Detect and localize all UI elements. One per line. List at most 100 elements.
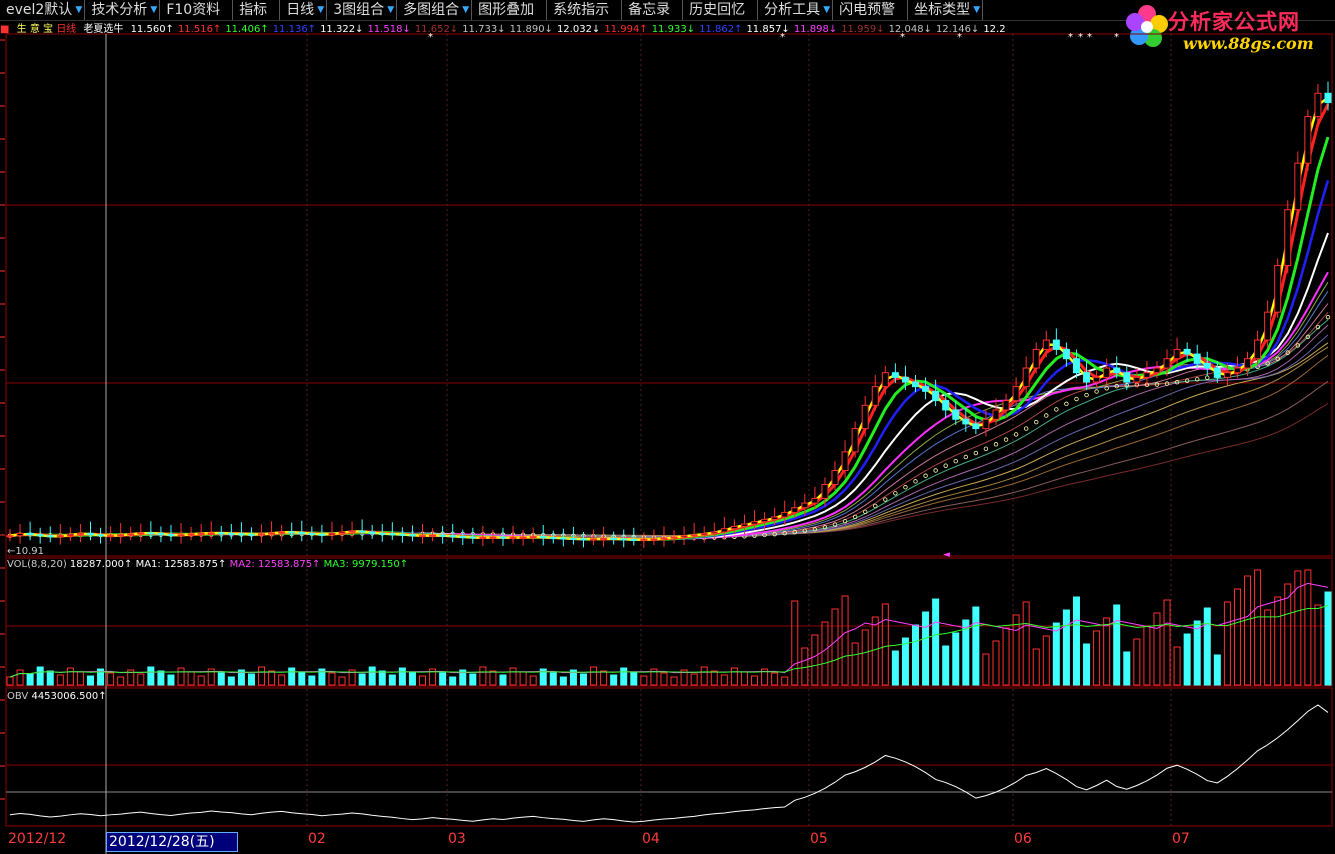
volume-bar bbox=[1294, 570, 1302, 686]
ma-line-long-0 bbox=[9, 402, 1329, 537]
ma-dot-marker bbox=[873, 503, 878, 509]
ma-dot-marker bbox=[923, 473, 928, 478]
volume-bar bbox=[46, 670, 54, 686]
candle-body bbox=[529, 536, 537, 539]
ma-dot-marker bbox=[1003, 437, 1009, 442]
candle-body bbox=[761, 518, 769, 523]
candle-body bbox=[56, 535, 64, 538]
volume-bar bbox=[187, 671, 195, 686]
candle-body bbox=[268, 532, 276, 535]
candle-body bbox=[157, 532, 165, 535]
volume-bar bbox=[660, 672, 668, 686]
volume-bar bbox=[519, 671, 527, 686]
volume-bar bbox=[881, 603, 889, 686]
ma-dot-marker bbox=[1084, 392, 1089, 398]
left-arrow-icon: ◄ bbox=[943, 550, 950, 560]
volume-bar bbox=[1103, 617, 1111, 686]
volume-bar bbox=[579, 673, 587, 686]
ma-dot-marker bbox=[913, 479, 918, 484]
volume-bar bbox=[308, 675, 316, 686]
candle-body bbox=[740, 523, 748, 527]
volume-bar bbox=[1163, 599, 1171, 686]
candle-body bbox=[177, 534, 185, 537]
candle-body bbox=[1113, 367, 1121, 374]
candle-body bbox=[1143, 372, 1151, 378]
candle-body bbox=[1324, 92, 1332, 104]
volume-bar bbox=[751, 675, 759, 686]
candle-body bbox=[1213, 367, 1221, 378]
candle-body bbox=[1314, 92, 1322, 118]
candle-body bbox=[1274, 265, 1282, 313]
obv-panel-frame bbox=[5, 687, 1333, 827]
volume-bar bbox=[1254, 569, 1262, 686]
volume-bar bbox=[640, 675, 648, 686]
candle-body bbox=[358, 530, 366, 533]
volume-bar bbox=[408, 671, 416, 686]
signal-marker-icon: * bbox=[1114, 32, 1119, 43]
volume-bar bbox=[700, 666, 708, 686]
candle-body bbox=[1203, 362, 1211, 369]
volume-bar bbox=[690, 673, 698, 686]
vol-ma1: MA1: 12583.875↑ bbox=[135, 559, 227, 570]
candle-body bbox=[1093, 376, 1101, 383]
ma-dot-marker bbox=[933, 468, 938, 473]
volume-bar bbox=[1062, 609, 1070, 686]
ma-dot-marker bbox=[1044, 413, 1049, 418]
volume-bar bbox=[952, 632, 960, 686]
kline-chart[interactable]: * * * * * * * * ◄ bbox=[0, 0, 1335, 854]
ma-dot-marker bbox=[893, 491, 898, 496]
candle-body bbox=[1022, 367, 1030, 388]
candle-body bbox=[167, 533, 175, 537]
volume-bar bbox=[911, 624, 919, 686]
ma-dot-marker bbox=[1094, 389, 1099, 394]
volume-bar bbox=[771, 672, 779, 686]
volume-bar bbox=[217, 672, 225, 686]
candle-body bbox=[489, 536, 497, 539]
candle-body bbox=[419, 535, 427, 538]
candle-body bbox=[1244, 358, 1252, 369]
volume-bar bbox=[388, 674, 396, 686]
candle-body bbox=[1264, 311, 1272, 341]
volume-bar bbox=[469, 673, 477, 686]
candle-body bbox=[1032, 348, 1040, 369]
candle-body bbox=[1052, 339, 1060, 350]
candle-body bbox=[46, 535, 54, 538]
ma-dot-marker bbox=[1205, 375, 1210, 380]
volume-bar bbox=[740, 671, 748, 686]
date-label-6: 07 bbox=[1172, 831, 1190, 847]
candle-body bbox=[479, 537, 487, 540]
volume-bar bbox=[137, 673, 145, 686]
candle-body bbox=[871, 386, 879, 406]
date-label-4: 05 bbox=[810, 831, 828, 847]
volume-bar bbox=[861, 629, 869, 686]
ma-line-red bbox=[9, 103, 1330, 542]
volume-bar bbox=[1072, 596, 1080, 686]
candle-body bbox=[700, 532, 708, 536]
volume-bar bbox=[791, 600, 799, 686]
signal-marker-icon: * bbox=[1078, 32, 1083, 43]
volume-bar bbox=[177, 667, 185, 686]
ma-dot-marker bbox=[1013, 432, 1019, 437]
volume-bar bbox=[1083, 643, 1091, 686]
candle-body bbox=[630, 538, 638, 541]
candle-body bbox=[972, 423, 980, 430]
ma-dot-marker bbox=[1325, 314, 1331, 320]
candle-body bbox=[549, 537, 557, 540]
candle-body bbox=[237, 533, 245, 536]
candle-body bbox=[1233, 367, 1241, 374]
ma-line-long-2 bbox=[9, 354, 1329, 537]
volume-bar bbox=[449, 676, 457, 686]
candle-body bbox=[388, 533, 396, 536]
ma-dot-marker bbox=[983, 446, 989, 452]
candle-body bbox=[1153, 367, 1161, 374]
ma-dot-marker bbox=[903, 485, 908, 490]
candle-body bbox=[590, 538, 598, 541]
candle-body bbox=[650, 538, 658, 541]
obv-panel-title: OBV 4453006.500↑ bbox=[7, 691, 107, 702]
candle-body bbox=[378, 532, 386, 535]
ma-dot-marker bbox=[1054, 407, 1059, 412]
volume-bar bbox=[197, 675, 205, 686]
volume-bar bbox=[1193, 620, 1201, 686]
volume-bar bbox=[398, 667, 406, 686]
volume-bar bbox=[710, 670, 718, 686]
